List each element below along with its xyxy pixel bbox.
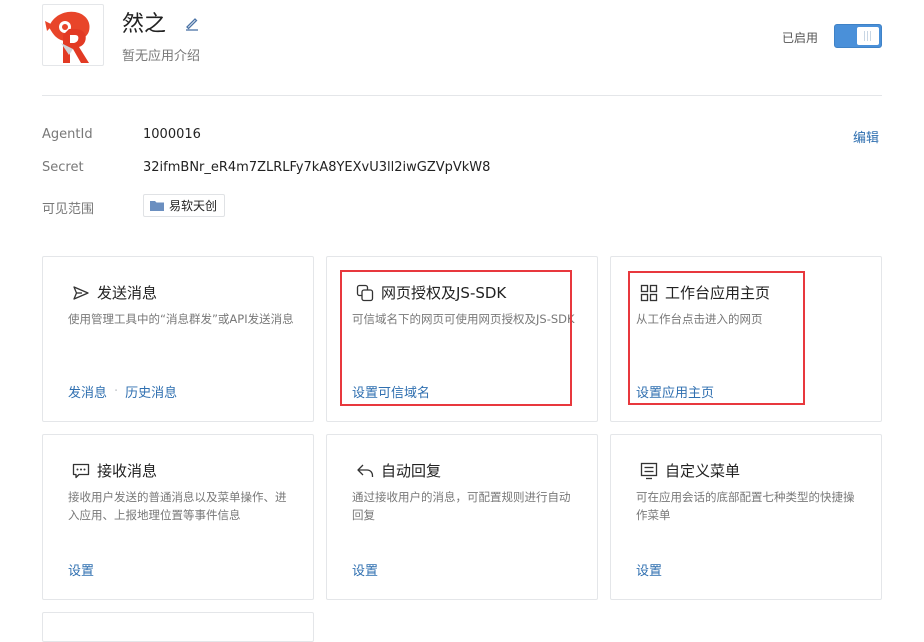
card-description: 可在应用会话的底部配置七种类型的快捷操作菜单 [636,490,855,522]
card-links: 设置 [352,560,378,579]
app-description: 暂无应用介绍 [122,49,201,64]
card-receive-message: 接收消息 接收用户发送的普通消息以及菜单操作、进入应用、上报地理位置等事件信息 … [42,434,314,600]
pencil-icon [186,18,198,31]
card-title: 发送消息 [97,284,158,302]
edit-name-icon[interactable] [183,14,201,32]
card-partial [42,612,314,642]
highlight-box-workbench [628,271,805,405]
card-title: 自动回复 [381,462,442,480]
reply-icon [356,462,374,480]
app-logo-image [45,11,90,63]
secret-label: Secret [42,160,84,175]
custom-menu-settings-link[interactable]: 设置 [636,560,662,579]
edit-link[interactable]: 编辑 [853,127,879,146]
history-message-link[interactable]: 历史消息 [125,382,177,401]
scope-dept-name: 易软天创 [169,199,218,213]
send-message-link[interactable]: 发消息 [68,382,107,401]
card-links: 发消息 · 历史消息 [68,382,177,401]
app-name: 然之 [122,12,167,37]
card-description: 通过接收用户的消息，可配置规则进行自动回复 [352,490,571,522]
scope-label: 可见范围 [42,202,95,217]
status-label: 已启用 [782,31,819,45]
agentid-label: AgentId [42,127,93,142]
auto-reply-settings-link[interactable]: 设置 [352,560,378,579]
send-icon [72,284,90,302]
scope-dept-tag[interactable]: 易软天创 [143,194,226,217]
card-send-message: 发送消息 使用管理工具中的“消息群发”或API发送消息 发消息 · 历史消息 [42,256,314,422]
message-icon [72,462,90,480]
header-divider [42,95,882,96]
card-auto-reply: 自动回复 通过接收用户的消息，可配置规则进行自动回复 设置 [326,434,598,600]
link-separator: · [114,384,119,399]
app-logo [42,4,104,66]
card-description: 使用管理工具中的“消息群发”或API发送消息 [68,312,294,326]
card-title: 自定义菜单 [665,462,741,480]
card-title: 接收消息 [97,462,158,480]
toggle-knob [857,27,879,45]
highlight-box-web-auth [340,270,572,406]
card-custom-menu: 自定义菜单 可在应用会话的底部配置七种类型的快捷操作菜单 设置 [610,434,882,600]
card-links: 设置 [68,560,94,579]
card-links: 设置 [636,560,662,579]
card-description: 接收用户发送的普通消息以及菜单操作、进入应用、上报地理位置等事件信息 [68,490,287,522]
agentid-value: 1000016 [143,127,201,142]
receive-message-settings-link[interactable]: 设置 [68,560,94,579]
secret-value: 32ifmBNr_eR4m7ZLRLFy7kA8YEXvU3ll2iwGZVpV… [143,160,491,175]
menu-icon [640,462,658,480]
folder-icon [150,201,164,211]
enable-toggle[interactable] [834,24,882,48]
